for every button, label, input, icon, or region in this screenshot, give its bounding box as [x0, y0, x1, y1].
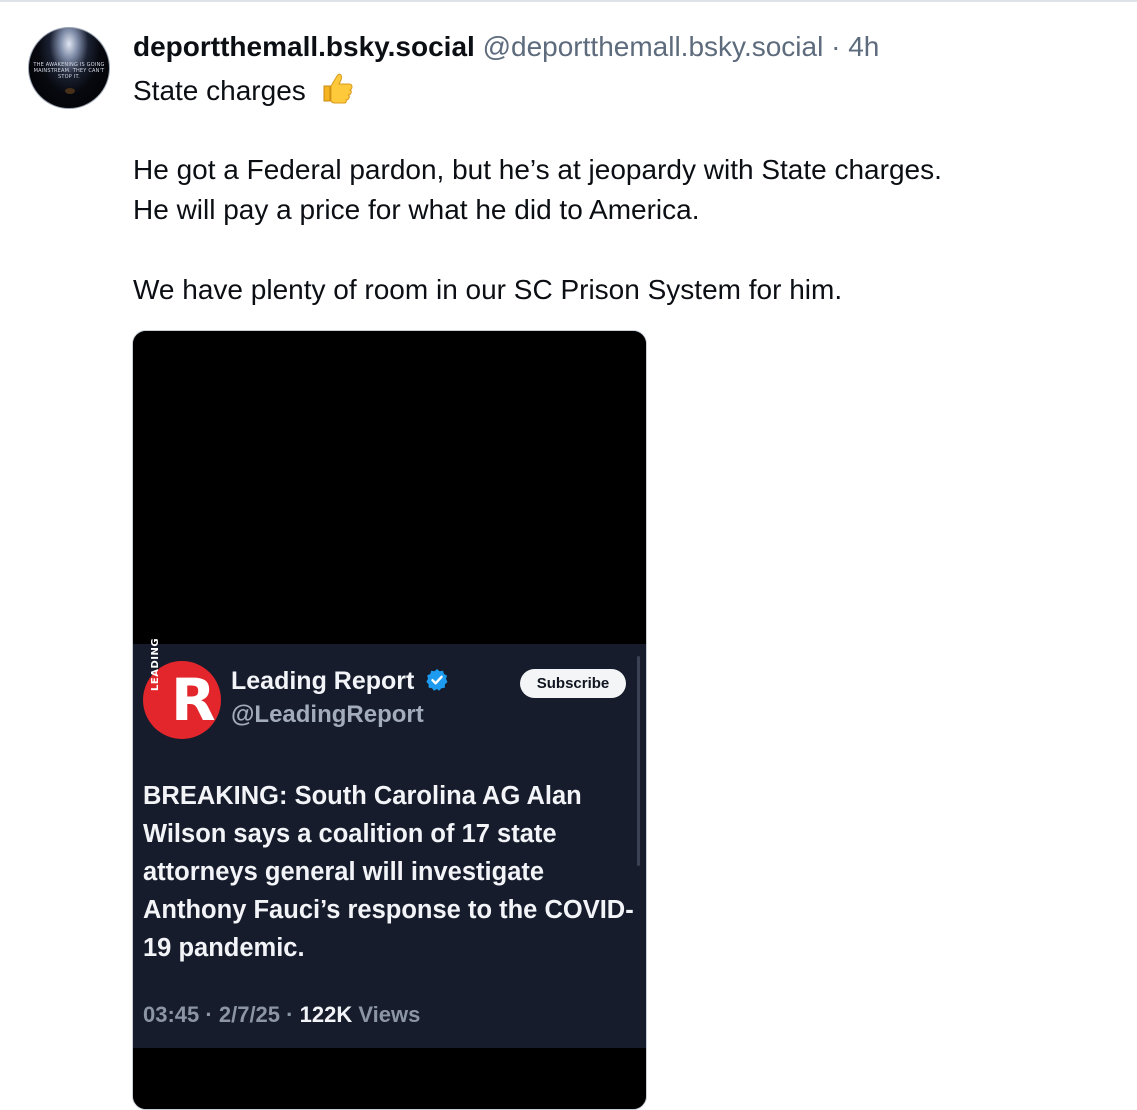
- post-timestamp[interactable]: 4h: [848, 31, 879, 62]
- tweet-author-handle: @LeadingReport: [231, 701, 424, 728]
- post-image[interactable]: LEADING R Leading Report @LeadingReport …: [132, 330, 647, 1110]
- tweet-views-count: 122K: [299, 1002, 353, 1027]
- tweet-body-text: BREAKING: South Carolina AG Alan Wilson …: [143, 782, 634, 962]
- tweet-views-label: Views: [358, 1002, 421, 1027]
- logo-side-text: LEADING: [150, 637, 161, 691]
- avatar-caption: THE AWAKENING IS GOING MAINSTREAM. THEY …: [33, 62, 105, 80]
- avatar-glow: [65, 88, 75, 94]
- header-separator: ·: [831, 31, 841, 62]
- tweet-meta: 03:45 · 2/7/25 · 122K Views: [143, 999, 420, 1031]
- image-black-area-top: [133, 331, 646, 644]
- tweet-author-name: Leading Report: [231, 665, 449, 700]
- post-text-state-charges: State charges: [133, 75, 306, 106]
- embedded-tweet-screenshot: LEADING R Leading Report @LeadingReport …: [133, 638, 646, 1048]
- post: THE AWAKENING IS GOING MAINSTREAM. THEY …: [0, 0, 1137, 1110]
- avatar[interactable]: THE AWAKENING IS GOING MAINSTREAM. THEY …: [28, 27, 110, 109]
- post-text-line-2: He got a Federal pardon, but he’s at jeo…: [133, 154, 942, 185]
- thumbs-up-icon: [320, 70, 354, 115]
- post-text-line-3: He will pay a price for what he did to A…: [133, 194, 700, 225]
- tweet-meta-dot-2: ·: [286, 1002, 294, 1027]
- tweet-time: 03:45: [143, 1002, 200, 1027]
- subscribe-button: Subscribe: [520, 669, 626, 698]
- leading-report-logo: LEADING R: [143, 638, 221, 739]
- logo-letter: R: [171, 666, 216, 734]
- tweet-author-name-text: Leading Report: [231, 667, 415, 695]
- post-text-line-4: We have plenty of room in our SC Prison …: [133, 274, 843, 305]
- tweet-meta-dot-1: ·: [205, 1002, 213, 1027]
- post-text-line-1: State charges: [133, 70, 1113, 115]
- verified-badge-icon: [425, 668, 449, 700]
- post-header: deportthemall.bsky.social @deportthemall…: [133, 30, 879, 64]
- author-display-name[interactable]: deportthemall.bsky.social: [133, 31, 475, 62]
- author-handle[interactable]: @deportthemall.bsky.social: [483, 31, 824, 62]
- tweet-date: 2/7/25: [218, 1002, 281, 1027]
- image-black-area-bottom: [133, 1048, 646, 1109]
